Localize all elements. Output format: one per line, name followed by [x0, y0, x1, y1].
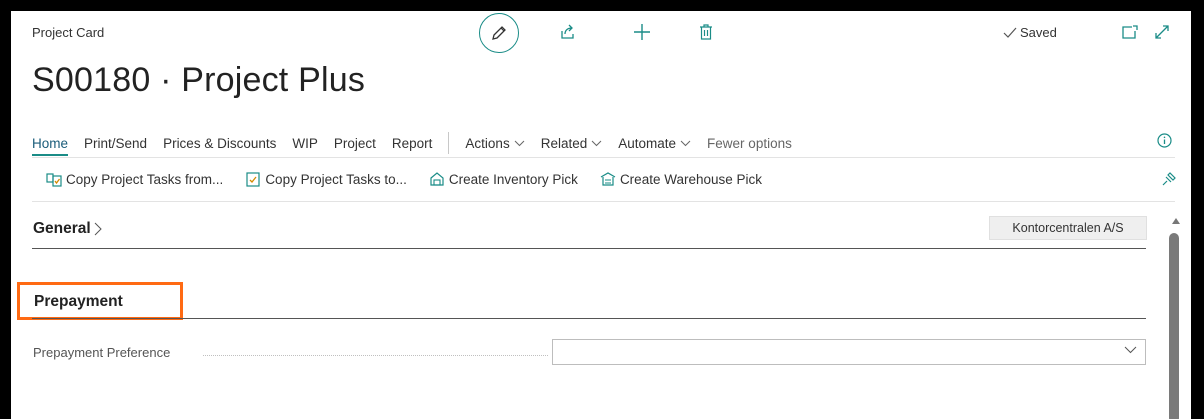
saved-status: Saved: [1003, 25, 1057, 40]
trash-icon: [700, 24, 712, 40]
fewer-options-button[interactable]: Fewer options: [707, 136, 792, 151]
tab-wip[interactable]: WIP: [292, 136, 318, 151]
chevron-down-icon: [591, 140, 602, 146]
page-caption: Project Card: [32, 25, 105, 40]
tab-report[interactable]: Report: [392, 136, 433, 151]
tab-prices-discounts[interactable]: Prices & Discounts: [163, 136, 276, 151]
customer-chip: Kontorcentralen A/S: [989, 216, 1147, 240]
create-inventory-pick-label: Create Inventory Pick: [448, 171, 578, 187]
open-new-window-button[interactable]: [1119, 21, 1141, 43]
expand-button[interactable]: [1151, 21, 1173, 43]
share-button[interactable]: [557, 21, 579, 43]
general-underline: [32, 248, 1146, 249]
prepayment-section-header[interactable]: Prepayment: [34, 293, 123, 311]
menu-actions[interactable]: Actions: [465, 135, 525, 151]
vertical-scrollbar[interactable]: [1169, 233, 1179, 419]
menu-related[interactable]: Related: [541, 136, 603, 151]
pin-actions-button[interactable]: [1161, 171, 1177, 192]
copy-tasks-to-icon: [246, 172, 260, 187]
chevron-down-icon: [680, 140, 691, 146]
prepayment-preference-select[interactable]: [552, 339, 1146, 365]
saved-label: Saved: [1020, 25, 1057, 40]
copy-tasks-to-label: Copy Project Tasks to...: [265, 171, 407, 187]
expand-icon: [1155, 25, 1169, 39]
page-title: S00180 · Project Plus: [32, 61, 366, 99]
warehouse-pick-icon: [600, 172, 616, 186]
pin-icon: [1162, 172, 1176, 186]
check-icon: [1003, 27, 1017, 38]
project-card-page: Project Card Saved S00180 · Project Plus…: [11, 11, 1191, 419]
tab-project[interactable]: Project: [334, 136, 376, 151]
create-warehouse-pick-label: Create Warehouse Pick: [619, 171, 762, 187]
chevron-down-icon: [514, 140, 525, 146]
copy-tasks-from-label: Copy Project Tasks from...: [66, 171, 224, 187]
menu-automate-label: Automate: [618, 135, 677, 151]
prepayment-preference-label: Prepayment Preference: [33, 345, 171, 360]
share-icon: [561, 24, 574, 39]
chevron-right-icon: [94, 222, 102, 236]
info-button[interactable]: [1157, 133, 1172, 151]
info-icon: [1157, 133, 1172, 148]
edit-button[interactable]: [479, 13, 519, 53]
scroll-up-arrow-icon[interactable]: [1171, 217, 1181, 225]
copy-tasks-from-button[interactable]: Copy Project Tasks from...: [46, 171, 223, 187]
general-label: General: [33, 220, 91, 237]
copy-tasks-to-button[interactable]: Copy Project Tasks to...: [245, 171, 407, 187]
field-leader-dots: [203, 355, 548, 356]
pencil-icon: [492, 26, 506, 40]
delete-button[interactable]: [695, 21, 717, 43]
actions-divider-line: [32, 201, 1175, 202]
menu-automate[interactable]: Automate: [618, 136, 691, 151]
inventory-pick-icon: [430, 172, 444, 186]
menu-actions-label: Actions: [465, 135, 510, 151]
promoted-actions: Copy Project Tasks from... Copy Project …: [46, 171, 784, 187]
chevron-down-icon: [1124, 346, 1137, 354]
create-inventory-pick-button[interactable]: Create Inventory Pick: [429, 171, 578, 187]
general-section-header[interactable]: General: [33, 220, 102, 238]
open-in-new-icon: [1122, 25, 1138, 39]
menu-related-label: Related: [540, 135, 588, 151]
menu-divider-line: [32, 157, 1175, 158]
plus-icon: [634, 24, 650, 40]
prepayment-underline: [32, 318, 1146, 319]
tab-print-send[interactable]: Print/Send: [84, 136, 147, 151]
copy-tasks-from-icon: [46, 173, 62, 187]
new-button[interactable]: [631, 21, 653, 43]
action-menu-bar: Home Print/Send Prices & Discounts WIP P…: [32, 129, 1175, 157]
tab-home[interactable]: Home: [32, 136, 69, 156]
create-warehouse-pick-button[interactable]: Create Warehouse Pick: [600, 171, 762, 187]
menu-divider: [448, 132, 450, 154]
